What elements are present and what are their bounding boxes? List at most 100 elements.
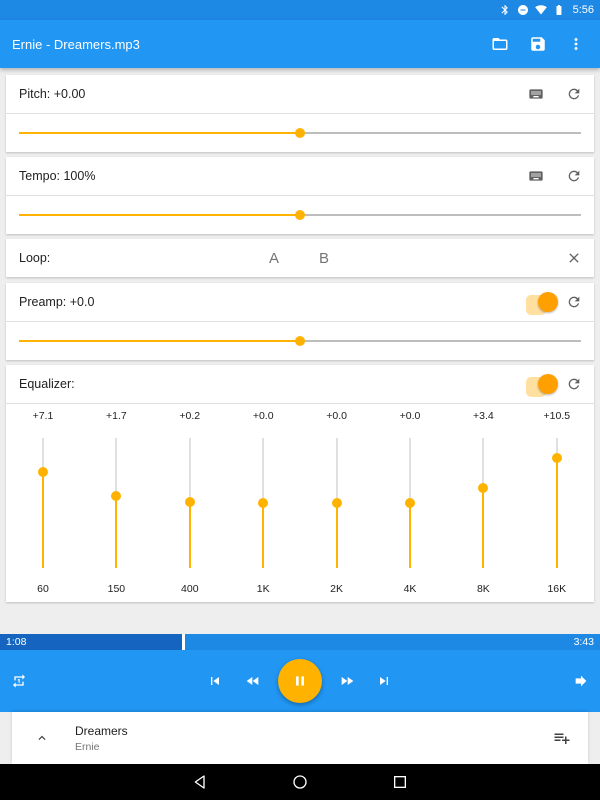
eq-band-fill [262, 503, 265, 568]
playlist-add-icon [554, 733, 570, 744]
eq-band-frequency: 2K [330, 583, 344, 595]
total-time: 3:43 [573, 636, 594, 648]
eq-band[interactable]: +0.0 2K [307, 404, 367, 602]
eq-band-thumb[interactable] [38, 467, 48, 478]
eq-band-value: +1.7 [106, 410, 127, 422]
now-playing-bar[interactable]: Dreamers Ernie [12, 712, 588, 764]
eq-band-thumb[interactable] [111, 490, 122, 501]
loop-b-button[interactable]: B [319, 239, 329, 277]
eq-band-fill [42, 472, 44, 568]
preamp-slider-thumb[interactable] [295, 336, 305, 346]
preamp-label: Preamp: +0.0 [19, 295, 95, 309]
preamp-card: Preamp: +0.0 [6, 283, 594, 360]
pitch-slider-thumb[interactable] [295, 128, 305, 138]
tempo-slider[interactable] [19, 196, 581, 234]
system-nav-bar [0, 764, 600, 800]
expand-button[interactable] [30, 726, 54, 750]
tempo-keyboard-button[interactable] [526, 166, 546, 186]
elapsed-time: 1:08 [6, 636, 27, 648]
preamp-reset-button[interactable] [564, 292, 584, 312]
preamp-slider[interactable] [19, 322, 581, 360]
eq-band-frequency: 4K [403, 583, 417, 595]
equalizer-toggle[interactable] [526, 374, 558, 397]
back-icon [194, 775, 205, 789]
pitch-keyboard-button[interactable] [526, 84, 546, 104]
eq-band-frequency: 60 [37, 583, 49, 595]
loop-clear-button[interactable] [564, 248, 584, 268]
keyboard-icon [529, 171, 543, 181]
nav-recents-button[interactable] [388, 770, 412, 794]
eq-band-frequency: 1K [256, 583, 270, 595]
chevron-up-icon [38, 735, 46, 740]
more-options-button[interactable] [564, 32, 588, 56]
nav-back-button[interactable] [188, 770, 212, 794]
save-icon [531, 37, 545, 51]
eq-band-value: +10.5 [543, 410, 571, 422]
loop-label: Loop: [19, 251, 51, 265]
next-track-button[interactable] [372, 669, 396, 693]
eq-band[interactable]: +0.0 1K [233, 404, 293, 602]
eq-band[interactable]: +10.5 16K [527, 404, 587, 602]
pause-button[interactable] [278, 659, 322, 703]
eq-band[interactable]: +0.2 400 [160, 404, 220, 602]
refresh-icon [568, 296, 580, 308]
loop-a-button[interactable]: A [269, 239, 279, 277]
loop-card: Loop: A B [6, 239, 594, 277]
equalizer-label: Equalizer: [19, 377, 75, 391]
eq-band[interactable]: +7.1 60 [13, 404, 73, 602]
eq-band-value: +3.4 [473, 410, 494, 422]
nav-home-button[interactable] [288, 770, 312, 794]
eq-band-thumb[interactable] [478, 483, 489, 494]
pitch-reset-button[interactable] [564, 84, 584, 104]
pitch-slider[interactable] [19, 114, 581, 152]
eq-band[interactable]: +0.0 4K [380, 404, 440, 602]
playback-controls [0, 650, 600, 712]
eq-band-fill [555, 457, 558, 568]
previous-track-button[interactable] [203, 669, 227, 693]
skip-next-icon [380, 677, 388, 685]
eq-band-value: +0.0 [252, 410, 274, 422]
refresh-icon [568, 378, 580, 390]
equalizer-bands: +7.1 60 +1.7 150 +0.2 400 +0.0 1K +0.0 2K +0.0 4K +3… [6, 404, 594, 602]
eq-band-frequency: 400 [181, 583, 199, 595]
next-action-button[interactable] [569, 669, 593, 693]
save-button[interactable] [526, 32, 550, 56]
recents-icon [394, 776, 406, 788]
seek-bar[interactable]: 1:08 3:43 [0, 634, 600, 650]
eq-band[interactable]: +1.7 150 [86, 404, 146, 602]
tempo-reset-button[interactable] [564, 166, 584, 186]
eq-band-thumb[interactable] [331, 498, 342, 508]
add-to-queue-button[interactable] [550, 726, 574, 750]
eq-band-thumb[interactable] [405, 498, 415, 508]
repeat-button[interactable] [7, 669, 31, 693]
eq-band-thumb[interactable] [551, 452, 562, 463]
home-icon [293, 775, 307, 789]
status-time: 5:56 [572, 4, 594, 16]
equalizer-card: Equalizer: +7.1 60 +1.7 150 +0.2 400 +0.0 1K +0.… [6, 365, 594, 602]
eq-band-fill [335, 503, 338, 568]
close-icon [569, 253, 579, 263]
eq-band-thumb[interactable] [258, 498, 269, 508]
app-bar: Ernie - Dreamers.mp3 [0, 20, 600, 68]
app-title: Ernie - Dreamers.mp3 [12, 36, 140, 52]
repeat-one-icon [13, 674, 25, 688]
eq-band-thumb[interactable] [184, 497, 195, 508]
equalizer-reset-button[interactable] [564, 374, 584, 394]
preamp-toggle[interactable] [526, 292, 558, 315]
eq-band-fill [115, 495, 118, 568]
eq-band-fill [188, 502, 191, 568]
song-artist: Ernie [75, 741, 100, 753]
tempo-card: Tempo: 100% [6, 157, 594, 234]
tempo-slider-thumb[interactable] [295, 210, 305, 220]
keyboard-icon [529, 89, 543, 99]
folder-icon [492, 38, 508, 50]
seek-thumb[interactable] [182, 634, 185, 650]
more-vert-icon [574, 38, 578, 50]
battery-icon [556, 5, 562, 15]
rewind-button[interactable] [241, 669, 265, 693]
arrow-forward-icon [575, 675, 587, 687]
open-folder-button[interactable] [488, 32, 512, 56]
eq-band-fill [482, 488, 485, 568]
eq-band[interactable]: +3.4 8K [453, 404, 513, 602]
fast-forward-button[interactable] [335, 669, 359, 693]
